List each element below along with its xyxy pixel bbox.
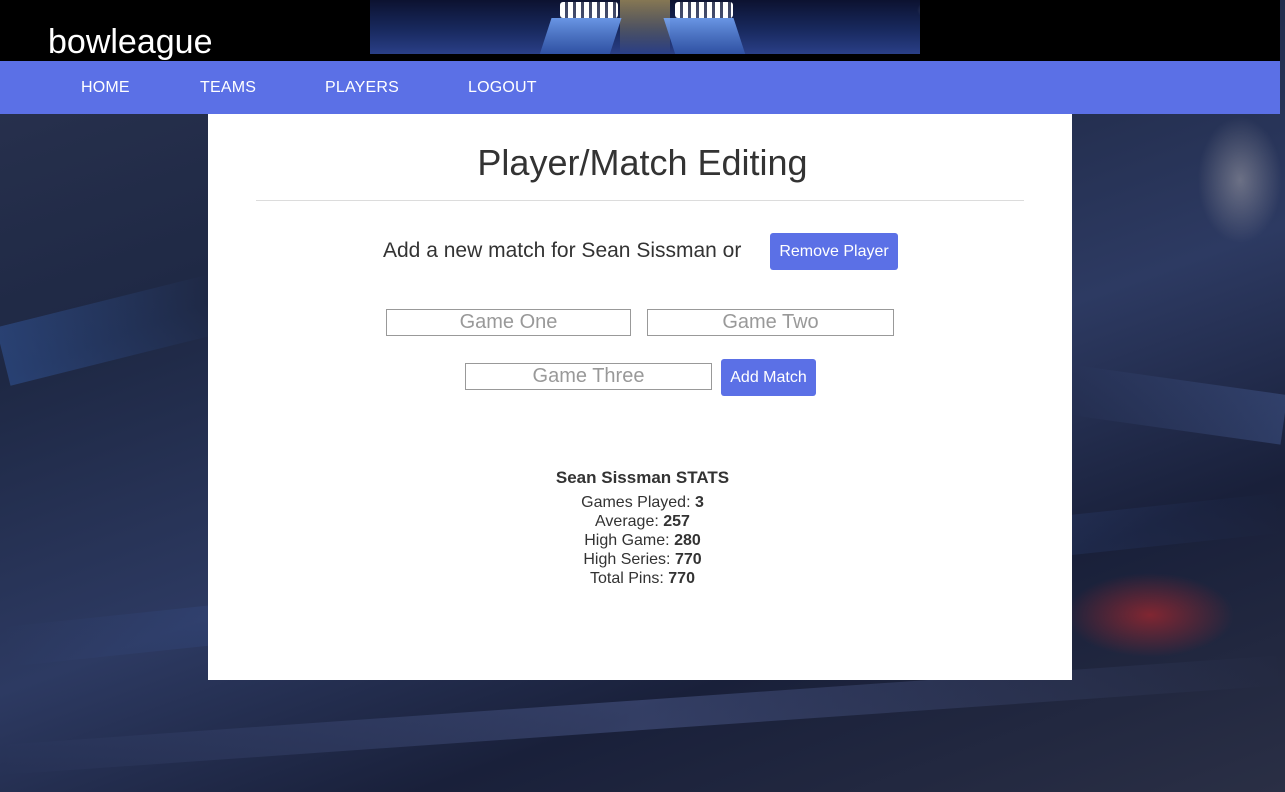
game-three-input[interactable] <box>465 363 712 390</box>
player-stats: Sean Sissman STATS Games Played: 3 Avera… <box>0 466 1285 588</box>
stat-high-game: High Game: 280 <box>0 531 1285 550</box>
page-title: Player/Match Editing <box>477 142 808 183</box>
stat-high-series: High Series: 770 <box>0 550 1285 569</box>
top-header: bowleague <box>0 0 1280 61</box>
remove-player-button[interactable]: Remove Player <box>770 233 898 270</box>
stat-value: 280 <box>674 532 701 549</box>
stat-value: 770 <box>674 551 702 568</box>
nav-logout[interactable]: LOGOUT <box>468 61 537 114</box>
stat-total-pins: Total Pins: 770 <box>0 569 1285 588</box>
stat-value: 257 <box>663 513 690 530</box>
stats-title: Sean Sissman STATS <box>555 468 730 487</box>
background-streak <box>0 274 224 386</box>
title-divider <box>256 200 1024 201</box>
bowling-lane-banner-image <box>370 0 920 54</box>
add-match-prompt: Add a new match for Sean Sissman or <box>383 239 742 262</box>
stat-average: Average: 257 <box>0 512 1285 531</box>
background-streak <box>1069 365 1285 445</box>
add-match-button[interactable]: Add Match <box>721 359 816 396</box>
nav-players[interactable]: PLAYERS <box>325 61 399 114</box>
nav-teams[interactable]: TEAMS <box>200 61 256 114</box>
stat-label: High Series: <box>583 551 671 568</box>
stat-value: 3 <box>694 494 704 511</box>
game-one-input[interactable] <box>386 309 631 336</box>
content-panel <box>208 114 1072 680</box>
stat-label: High Game: <box>584 532 670 549</box>
nav-home[interactable]: HOME <box>81 61 130 114</box>
stat-label: Average: <box>595 513 659 530</box>
game-two-input[interactable] <box>647 309 894 336</box>
main-nav: HOME TEAMS PLAYERS LOGOUT <box>0 61 1280 114</box>
stat-value: 770 <box>668 570 695 587</box>
stat-label: Games Played: <box>581 494 691 511</box>
stat-label: Total Pins: <box>590 570 664 587</box>
stat-games-played: Games Played: 3 <box>0 493 1285 512</box>
brand-logo[interactable]: bowleague <box>48 22 212 62</box>
